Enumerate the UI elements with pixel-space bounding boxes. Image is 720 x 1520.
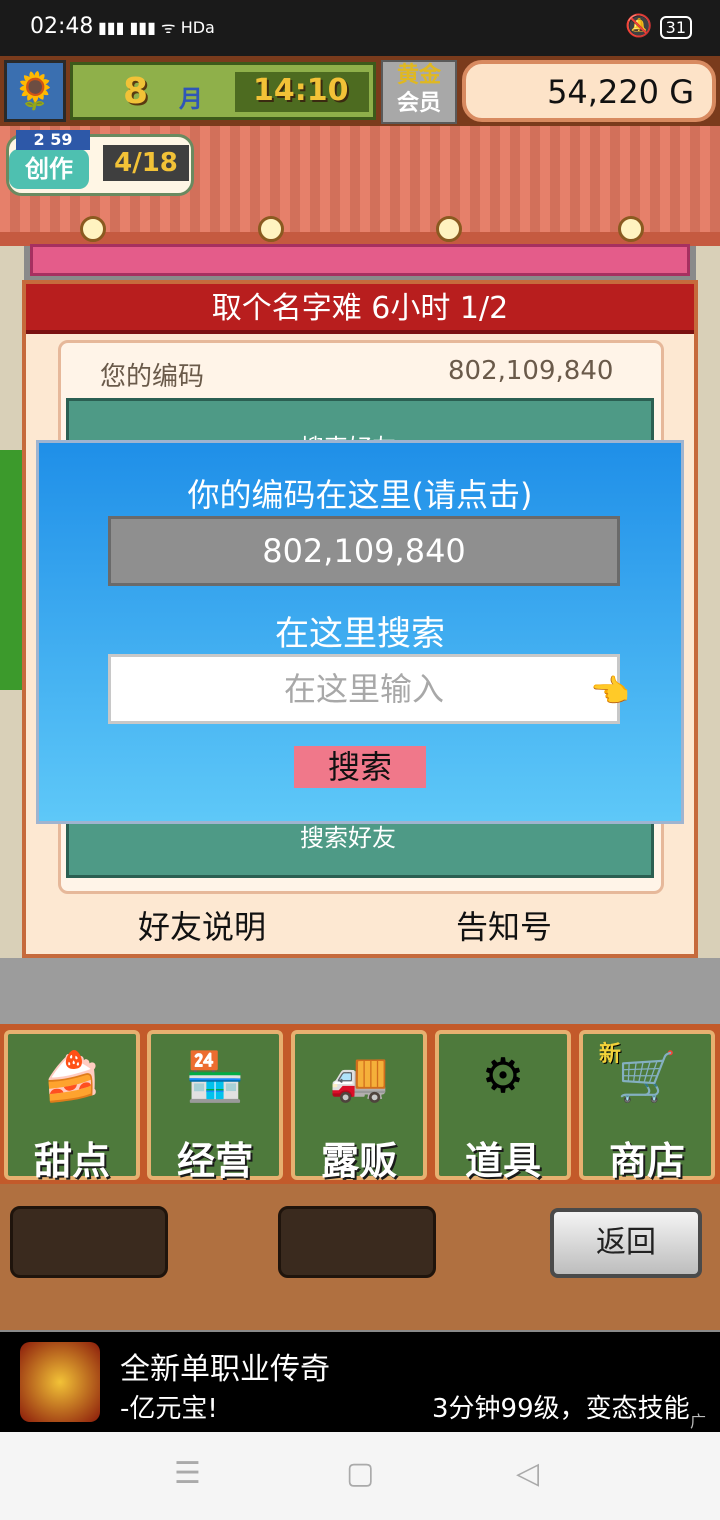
menu-item-items[interactable]: ⚙ 道具 [435,1030,571,1183]
tree-icon [0,450,24,690]
gear-bag-icon: ⚙ [481,1048,525,1104]
code-value: 802,109,840 [448,356,614,386]
ad-subtitle[interactable]: -亿元宝! [120,1388,218,1425]
ground-strip [0,958,720,1028]
signal-icon: ▮▮▮ ▮▮▮ ᯤ HDa [98,18,215,37]
code-label: 您的编码 [100,362,205,392]
empty-slot [10,1206,168,1278]
month-label: 月 [179,85,203,113]
cake-icon: 🍰 [42,1049,102,1105]
lamp-icon [436,216,462,242]
menu-item-label: 露贩 [320,1139,397,1183]
sunflower-icon[interactable]: 🌻 [4,60,66,122]
menu-item-store[interactable]: 新 🛒 商店 [579,1030,715,1183]
pointing-hand-icon: 👈 [590,672,630,710]
month-number: 8 [123,71,149,112]
menu-item-label: 商店 [608,1139,685,1183]
battery-level: 31 [659,16,692,39]
shop-sign-bar [30,244,690,276]
menu-item-label: 甜点 [33,1139,110,1183]
craft-count: 4/18 [103,145,189,181]
food-truck-icon: 🚚 [329,1049,389,1105]
back-button[interactable]: 返回 [550,1208,702,1278]
date-panel: 8 月 14:10 [70,62,376,120]
battery-icon: 🔕 31 [625,14,692,39]
wifi-label: HDa [180,18,215,37]
lamp-icon [258,216,284,242]
friend-help-button[interactable]: 好友说明 [138,902,266,948]
menu-icon[interactable]: ☰ [174,1456,201,1491]
shop-icon: 🏪 [185,1049,245,1105]
craft-label: 创作 [9,149,89,189]
home-icon[interactable]: ▢ [346,1456,374,1491]
lamp-icon [618,216,644,242]
empty-slot [278,1206,436,1278]
lamp-icon [80,216,106,242]
clock: 14:10 [253,73,349,108]
back-icon[interactable]: ◁ [516,1456,539,1491]
craft-level: 2 59 [16,130,90,150]
cart-icon: 🛒 [617,1049,677,1105]
money-display: 54,220 G [462,60,716,122]
gold-member-badge[interactable]: 黄金 会员 [381,60,457,124]
menu-item-label: 道具 [464,1139,541,1183]
search-input[interactable] [108,654,620,724]
ad-title[interactable]: 全新单职业传奇 [120,1344,330,1388]
ad-subtitle-right[interactable]: 3分钟99级，变态技能 [432,1388,690,1425]
gold-member-line1: 黄金 [396,63,441,88]
gold-member-line2: 会员 [396,91,441,116]
menu-item-stall[interactable]: 🚚 露贩 [291,1030,427,1183]
game-icon[interactable] [20,1342,100,1422]
status-time: 02:48 [30,14,94,39]
status-bar: 02:48 ▮▮▮ ▮▮▮ ᯤ HDa 🔕 31 [0,0,720,56]
scenery-right [696,246,720,966]
search-button[interactable]: 搜索 [294,746,426,788]
notice-board-button[interactable]: 告知号 [456,902,552,948]
dialog-title: 取个名字难 6小时 1/2 [26,284,694,334]
my-code-button[interactable]: 802,109,840 [108,516,620,586]
overlay-title: 你的编码在这里(请点击) [187,476,533,514]
search-label: 在这里搜索 [275,614,445,654]
menu-item-label: 经营 [176,1139,253,1183]
menu-item-dessert[interactable]: 🍰 甜点 [4,1030,140,1183]
menu-item-manage[interactable]: 🏪 经营 [147,1030,283,1183]
